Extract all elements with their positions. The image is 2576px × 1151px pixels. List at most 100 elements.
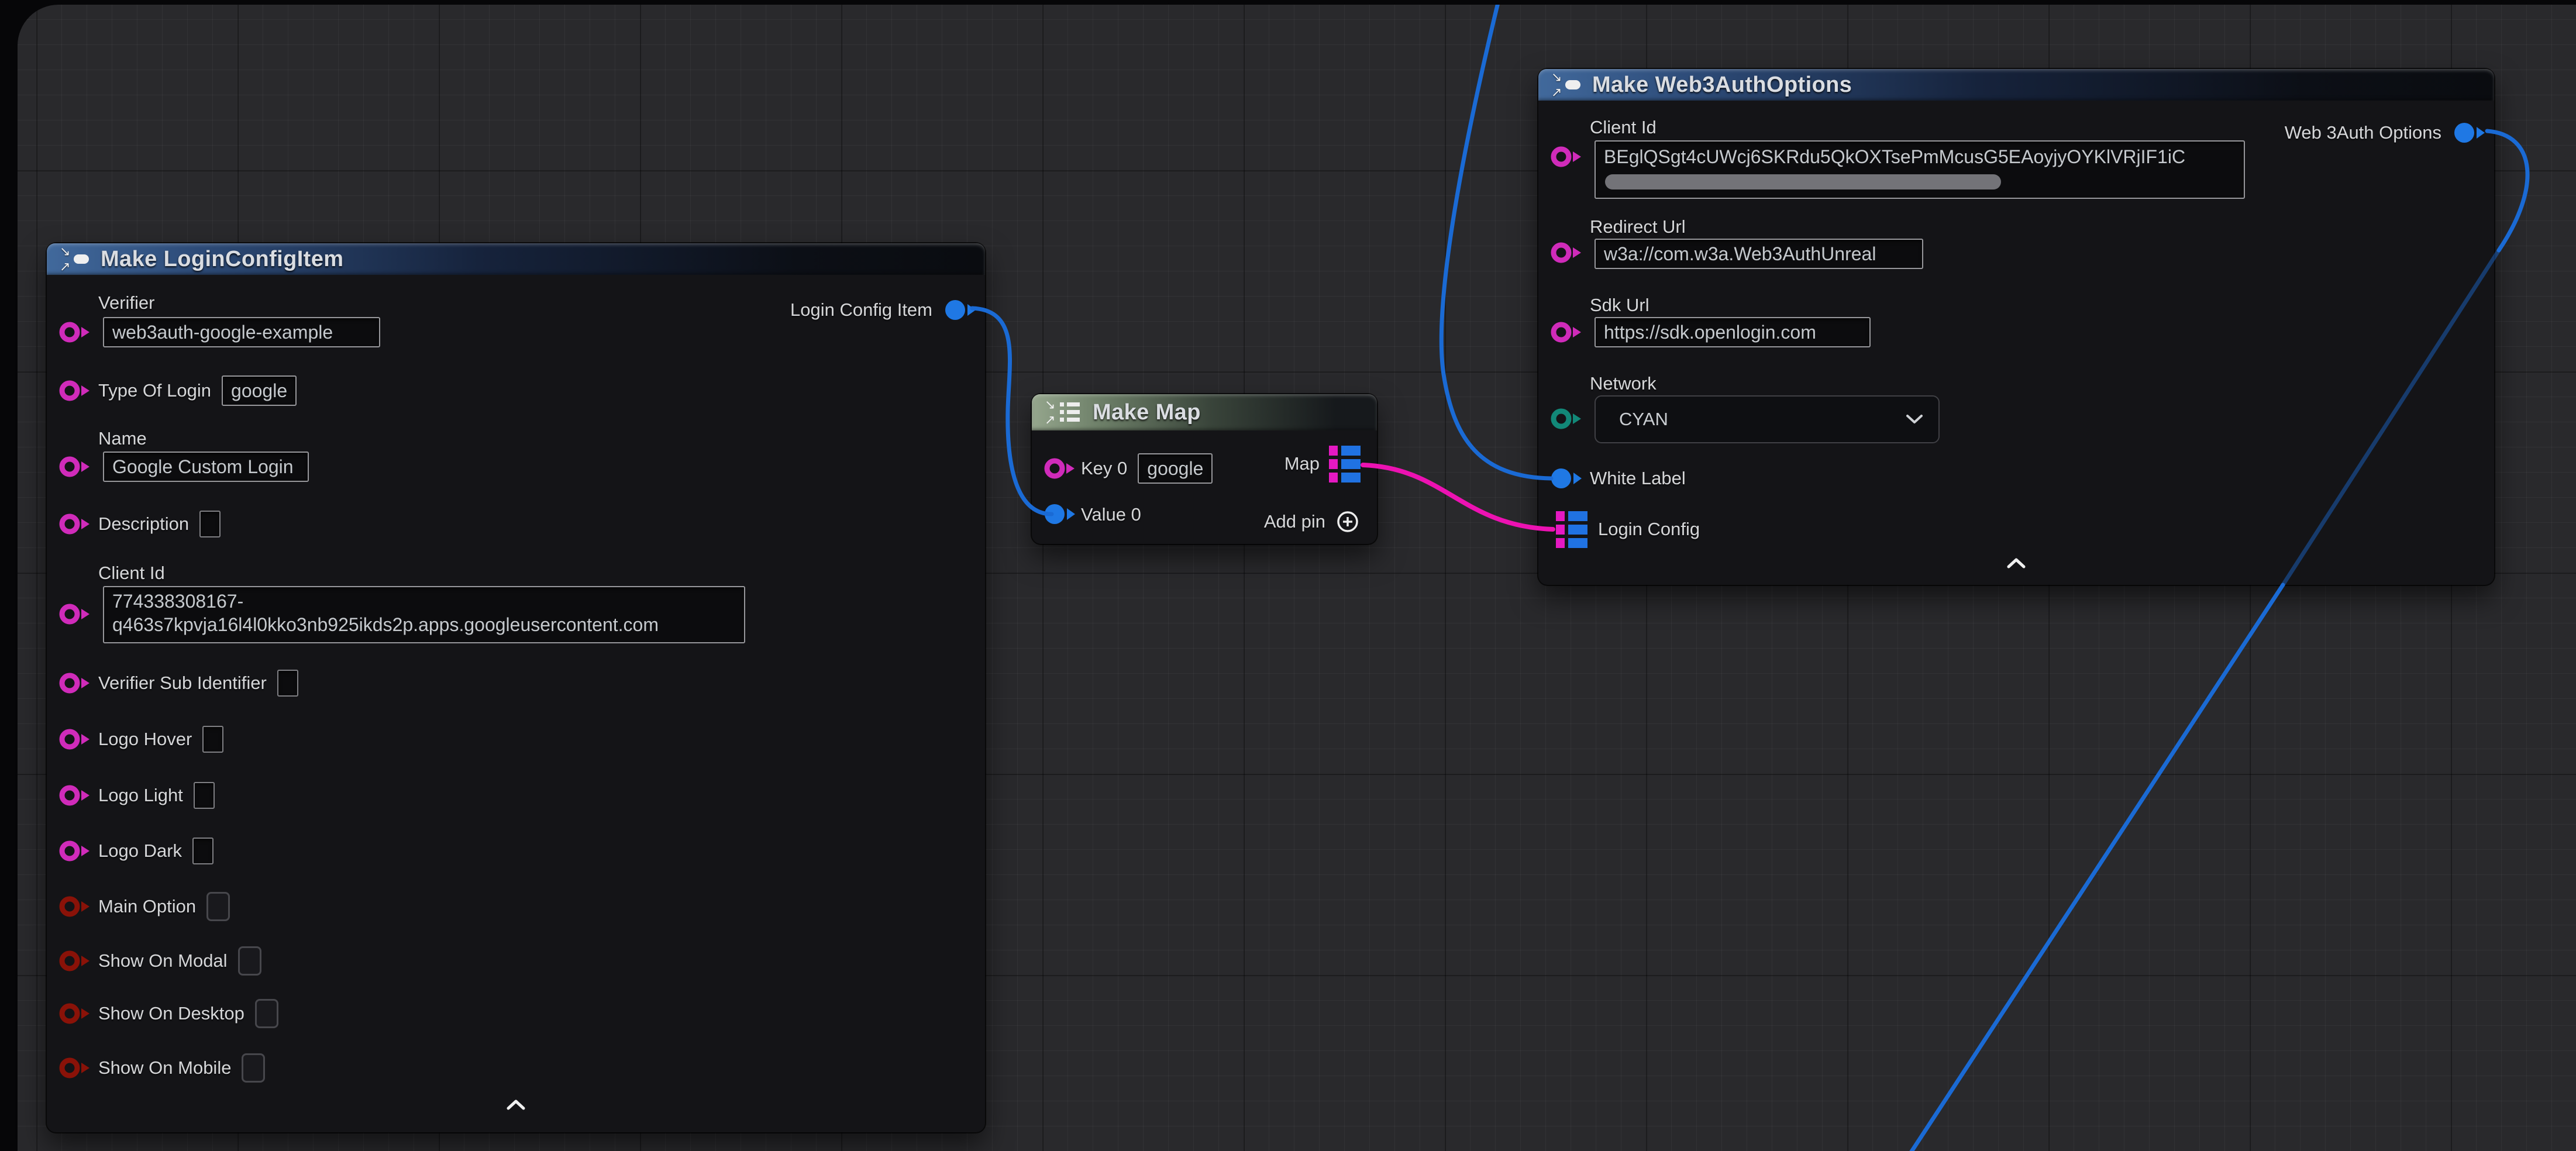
output-pin-row: Login Config Item [790, 295, 977, 325]
main-option-row: Main Option [98, 891, 230, 922]
login-config-pin[interactable] [1556, 511, 1587, 548]
verifier-sub-identifier-row: Verifier Sub Identifier [98, 668, 298, 698]
name-input[interactable]: Google Custom Login [103, 452, 309, 482]
client-id-label: Client Id [1590, 117, 1657, 138]
logo-hover-row: Logo Hover [98, 724, 223, 754]
logo-dark-input[interactable] [192, 838, 213, 864]
verifier-sub-identifier-label: Verifier Sub Identifier [98, 673, 267, 694]
type-of-login-row: Type Of Login google [98, 375, 297, 406]
sdk-url-pin[interactable] [1549, 319, 1583, 346]
show-on-desktop-label: Show On Desktop [98, 1003, 244, 1024]
network-selected-value: CYAN [1619, 409, 1668, 430]
blueprint-graph-canvas[interactable]: ↘↗ Make LoginConfigItem Login Config Ite… [18, 5, 2576, 1151]
key0-input[interactable]: google [1138, 453, 1213, 484]
network-pin[interactable] [1549, 405, 1583, 432]
client-id-line1: 774338308167- [112, 590, 736, 613]
redirect-url-input[interactable]: w3a://com.w3a.Web3AuthUnreal [1594, 239, 1923, 269]
verifier-input[interactable]: web3auth-google-example [103, 317, 380, 347]
logo-hover-input[interactable] [202, 726, 223, 753]
node-make-login-config-item[interactable]: ↘↗ Make LoginConfigItem Login Config Ite… [47, 243, 985, 1132]
output-pin-row: Web 3Auth Options [2285, 118, 2486, 148]
client-id-input[interactable]: 774338308167- q463s7kpvja16l4l0kko3nb925… [103, 586, 745, 643]
wire-web3auth-options-out-diagonal[interactable] [1908, 585, 2283, 1151]
chevron-down-icon [1906, 414, 1923, 425]
description-pin[interactable] [57, 511, 91, 537]
name-pin[interactable] [57, 453, 91, 480]
map-output-row: Map [1284, 446, 1361, 482]
type-of-login-input[interactable]: google [222, 375, 297, 406]
client-id-pin[interactable] [57, 601, 91, 628]
node-title: Make LoginConfigItem [101, 247, 343, 272]
node-make-map[interactable]: ↘↗ Make Map Key 0 google Map [1032, 394, 1377, 544]
description-input[interactable] [199, 511, 221, 537]
map-output-label: Map [1284, 453, 1320, 474]
show-on-modal-label: Show On Modal [98, 950, 228, 971]
output-pin-label: Web 3Auth Options [2285, 122, 2441, 143]
logo-light-pin[interactable] [57, 782, 91, 809]
chevron-up-icon [2006, 557, 2026, 569]
show-on-mobile-row: Show On Mobile [98, 1053, 265, 1083]
main-option-pin[interactable] [57, 893, 91, 920]
show-on-modal-checkbox[interactable] [238, 946, 261, 976]
logo-hover-pin[interactable] [57, 726, 91, 753]
client-id-input[interactable]: BEglQSgt4cUWcj6SKRdu5QkOXTsePmMcusG5EAoy… [1594, 140, 2245, 199]
client-id-scrollbar[interactable] [1605, 174, 2233, 189]
collapse-node-button[interactable] [501, 1096, 531, 1114]
wire-top-to-white-label[interactable] [1441, 5, 1551, 478]
show-on-desktop-row: Show On Desktop [98, 998, 278, 1029]
show-on-mobile-pin[interactable] [57, 1054, 91, 1081]
client-id-pin[interactable] [1549, 143, 1583, 170]
client-id-value: BEglQSgt4cUWcj6SKRdu5QkOXTsePmMcusG5EAoy… [1604, 145, 2236, 168]
add-pin-button[interactable]: Add pin [1264, 509, 1361, 535]
scrollbar-thumb[interactable] [1605, 174, 2001, 189]
node-title: Make Web3AuthOptions [1592, 73, 1852, 98]
description-row: Description [98, 509, 221, 539]
logo-dark-row: Logo Dark [98, 836, 213, 866]
show-on-mobile-label: Show On Mobile [98, 1057, 231, 1078]
type-of-login-label: Type Of Login [98, 380, 211, 401]
white-label-pin[interactable] [1549, 465, 1583, 492]
verifier-sub-identifier-pin[interactable] [57, 670, 91, 697]
logo-dark-label: Logo Dark [98, 840, 182, 861]
node-header[interactable]: ↘↗ Make Web3AuthOptions [1538, 69, 2494, 101]
key0-pin[interactable] [1042, 455, 1076, 482]
login-config-label: Login Config [1598, 519, 1700, 540]
map-output-pin[interactable] [1329, 446, 1361, 483]
client-id-line2: q463s7kpvja16l4l0kko3nb925ikds2p.apps.go… [112, 613, 736, 636]
logo-light-row: Logo Light [98, 780, 215, 811]
collapse-node-button[interactable] [2001, 554, 2031, 572]
add-pin-label: Add pin [1264, 511, 1325, 532]
key0-label: Key 0 [1081, 458, 1127, 479]
make-struct-icon: ↘↗ [1551, 71, 1582, 98]
node-header[interactable]: ↘↗ Make LoginConfigItem [47, 243, 985, 275]
logo-dark-pin[interactable] [57, 838, 91, 864]
key0-row: Key 0 google [1081, 453, 1213, 484]
node-header[interactable]: ↘↗ Make Map [1032, 394, 1377, 430]
web3auth-options-output-pin[interactable] [2452, 119, 2486, 146]
chevron-up-icon [506, 1099, 526, 1111]
redirect-url-label: Redirect Url [1590, 216, 1686, 237]
node-make-web3auth-options[interactable]: ↘↗ Make Web3AuthOptions Web 3Auth Option… [1538, 69, 2494, 585]
show-on-mobile-checkbox[interactable] [242, 1053, 265, 1083]
name-label: Name [98, 428, 147, 449]
show-on-desktop-checkbox[interactable] [255, 999, 278, 1028]
logo-light-input[interactable] [194, 782, 215, 809]
show-on-modal-pin[interactable] [57, 947, 91, 974]
verifier-pin[interactable] [57, 319, 91, 346]
main-option-checkbox[interactable] [206, 892, 230, 921]
sdk-url-input[interactable]: https://sdk.openlogin.com [1594, 317, 1871, 347]
type-of-login-pin[interactable] [57, 377, 91, 404]
output-pin-label: Login Config Item [790, 299, 932, 321]
show-on-modal-row: Show On Modal [98, 946, 261, 976]
sdk-url-label: Sdk Url [1590, 295, 1649, 316]
redirect-url-pin[interactable] [1549, 239, 1583, 266]
verifier-sub-identifier-input[interactable] [277, 670, 298, 697]
network-label: Network [1590, 373, 1657, 394]
show-on-desktop-pin[interactable] [57, 1000, 91, 1027]
value0-label: Value 0 [1081, 504, 1141, 525]
main-option-label: Main Option [98, 896, 196, 917]
white-label-label: White Label [1590, 468, 1686, 489]
network-dropdown[interactable]: CYAN [1594, 395, 1940, 443]
node-title: Make Map [1093, 400, 1201, 425]
description-label: Description [98, 514, 189, 535]
